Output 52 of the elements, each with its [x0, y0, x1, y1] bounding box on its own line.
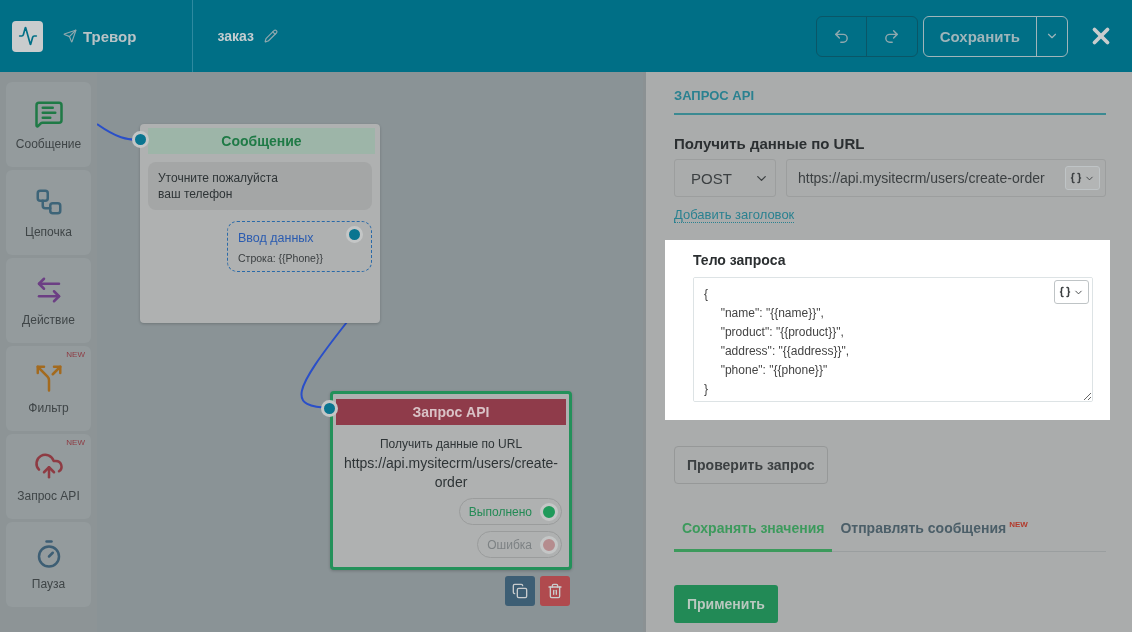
flow-name: заказ	[217, 28, 254, 44]
input-port[interactable]	[321, 400, 338, 417]
sidebar-item[interactable]: NEW Запрос API	[6, 434, 91, 519]
copy-icon	[512, 583, 528, 599]
variables-button[interactable]	[1054, 280, 1089, 304]
logo-icon[interactable]	[12, 20, 43, 52]
edit-icon[interactable]	[263, 29, 278, 43]
new-label: NEW	[66, 350, 85, 359]
braces-icon	[1059, 286, 1071, 298]
sidebar-item[interactable]: Цепочка	[6, 170, 91, 255]
section-title: ЗАПРОС API	[674, 82, 1106, 115]
node-subtitle: Получить данные по URL	[378, 437, 524, 451]
sidebar-item[interactable]: Пауза	[6, 522, 91, 607]
undo-icon	[832, 27, 850, 45]
sidebar-item-label: Цепочка	[25, 224, 72, 239]
input-title: Ввод данных	[238, 231, 314, 245]
sidebar-item-label: Действие	[22, 312, 75, 327]
body-label: Тело запроса	[693, 252, 787, 268]
check-request-button[interactable]: Проверить запрос	[674, 446, 828, 484]
apply-button[interactable]: Применить	[674, 585, 778, 623]
url-label: Получить данные по URL	[674, 135, 866, 152]
cloud-icon	[33, 450, 64, 481]
node-title: Сообщение	[148, 128, 375, 154]
sidebar-item-label: Фильтр	[28, 400, 69, 415]
sidebar-item-label: Сообщение	[15, 136, 82, 151]
output-port[interactable]	[540, 502, 558, 521]
sidebar-item[interactable]: Сообщение	[6, 82, 91, 167]
variables-button[interactable]	[1065, 166, 1100, 190]
copy-button[interactable]	[505, 576, 535, 606]
output-port[interactable]	[540, 535, 558, 554]
input-value: Строка: {{Phone}}	[238, 252, 324, 264]
sidebar-item-label: Пауза	[31, 576, 66, 591]
add-header-link[interactable]: Добавить заголовок	[674, 207, 795, 223]
new-label: NEW	[66, 438, 85, 447]
sidebar-item-label: Запрос API	[17, 488, 80, 503]
method-select[interactable]: POST	[674, 159, 776, 197]
sidebar-item[interactable]: NEW Фильтр	[6, 346, 91, 431]
trash-icon	[547, 583, 563, 599]
braces-icon	[1070, 172, 1082, 184]
input-port[interactable]	[132, 131, 149, 148]
message-node[interactable]: Сообщение Уточните пожалуйста ваш телефон Ввод данных Строка: {{Phone}}	[140, 124, 380, 323]
bot-name[interactable]: Тревор	[83, 27, 137, 45]
node-url: https://api.mysitecrm/users/create-order	[344, 454, 558, 492]
message-text: Уточните пожалуйста ваш телефон	[148, 162, 372, 210]
tab[interactable]: Отправлять сообщения NEW	[832, 518, 1036, 552]
redo-icon	[883, 27, 901, 45]
delete-button[interactable]	[540, 576, 570, 606]
node-title: Запрос API	[336, 399, 566, 425]
send-icon	[63, 29, 77, 43]
request-body-field[interactable]: { "name": "{{name}}", "product": "{{product}}", "address": "{{address}}", "phone": "{{phone}}" }	[693, 277, 1093, 402]
url-field[interactable]: https://api.mysitecrm/users/create-order	[786, 159, 1106, 197]
sidebar-item[interactable]: Действие	[6, 258, 91, 343]
